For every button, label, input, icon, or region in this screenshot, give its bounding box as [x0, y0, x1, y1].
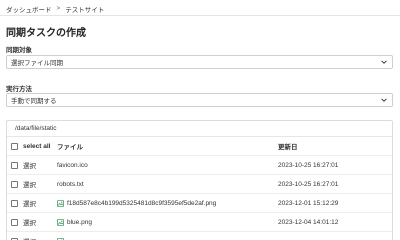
exec-method-select[interactable]: 手動で同期する	[6, 93, 393, 107]
updated-date: 2023-12-04 14:01:12	[278, 218, 339, 226]
file-column-header: ファイル	[57, 144, 83, 151]
row-checkbox[interactable]	[11, 200, 18, 207]
row-select-label: 選択	[23, 163, 36, 170]
breadcrumb-test-site-link[interactable]: テストサイト	[65, 4, 104, 14]
table-row[interactable]: 選択	[7, 232, 392, 240]
exec-method-label: 実行方法	[6, 86, 32, 93]
select-all-label[interactable]: select all	[23, 143, 50, 150]
table-row[interactable]: 選択 blue.png 2023-12-04 14:01:12	[7, 213, 392, 232]
table-row[interactable]: 選択 f18d587e8c4b199d5325481d8c9f3595ef5de…	[7, 194, 392, 213]
exec-method-value: 手動で同期する	[11, 98, 57, 105]
file-name-cell: blue.png	[57, 219, 92, 226]
sync-target-label: 同期対象	[6, 47, 32, 54]
directory-path: /data/file/static	[7, 121, 392, 137]
table-header-row: select all ファイル 更新日	[7, 137, 392, 156]
row-select-label: 選択	[23, 220, 36, 227]
file-name-cell: f18d587e8c4b199d5325481d8c9f3595ef5de2af…	[57, 200, 216, 207]
row-checkbox[interactable]	[11, 219, 18, 226]
updated-date: 2023-12-01 15:12:29	[278, 199, 339, 207]
image-icon	[57, 199, 64, 207]
breadcrumb-separator: >	[56, 5, 61, 12]
file-name: f18d587e8c4b199d5325481d8c9f3595ef5de2af…	[67, 199, 217, 207]
file-name-cell: favicon.ico	[57, 162, 88, 169]
select-all-checkbox[interactable]	[11, 143, 18, 150]
row-select-label: 選択	[23, 201, 36, 208]
breadcrumb-dashboard-link[interactable]: ダッシュボード	[6, 4, 52, 14]
file-name: robots.txt	[57, 180, 84, 188]
row-select-label: 選択	[23, 236, 36, 240]
sync-task-page: ダッシュボード > テストサイト 同期タスクの作成 同期対象 選択ファイル同期 …	[0, 0, 400, 240]
chevron-down-icon	[381, 98, 387, 102]
chevron-down-icon	[381, 60, 387, 64]
file-name: blue.png	[67, 218, 92, 226]
updated-date: 2023-10-25 16:27:01	[278, 180, 339, 188]
row-checkbox[interactable]	[11, 181, 18, 188]
page-title: 同期タスクの作成	[6, 28, 86, 39]
table-row[interactable]: 選択 robots.txt 2023-10-25 16:27:01	[7, 175, 392, 194]
header-divider	[0, 15, 400, 16]
file-name: favicon.ico	[57, 161, 88, 169]
file-table: /data/file/static select all ファイル 更新日 選択…	[6, 120, 393, 240]
image-icon	[57, 218, 64, 226]
sync-target-select[interactable]: 選択ファイル同期	[6, 55, 393, 69]
row-select-label: 選択	[23, 182, 36, 189]
row-checkbox[interactable]	[11, 162, 18, 169]
sync-target-value: 選択ファイル同期	[11, 60, 63, 67]
updated-date: 2023-10-25 16:27:01	[278, 161, 339, 169]
table-row[interactable]: 選択 favicon.ico 2023-10-25 16:27:01	[7, 156, 392, 175]
breadcrumb: ダッシュボード > テストサイト	[6, 4, 104, 14]
file-name-cell: robots.txt	[57, 181, 84, 188]
updated-column-header: 更新日	[278, 144, 298, 151]
